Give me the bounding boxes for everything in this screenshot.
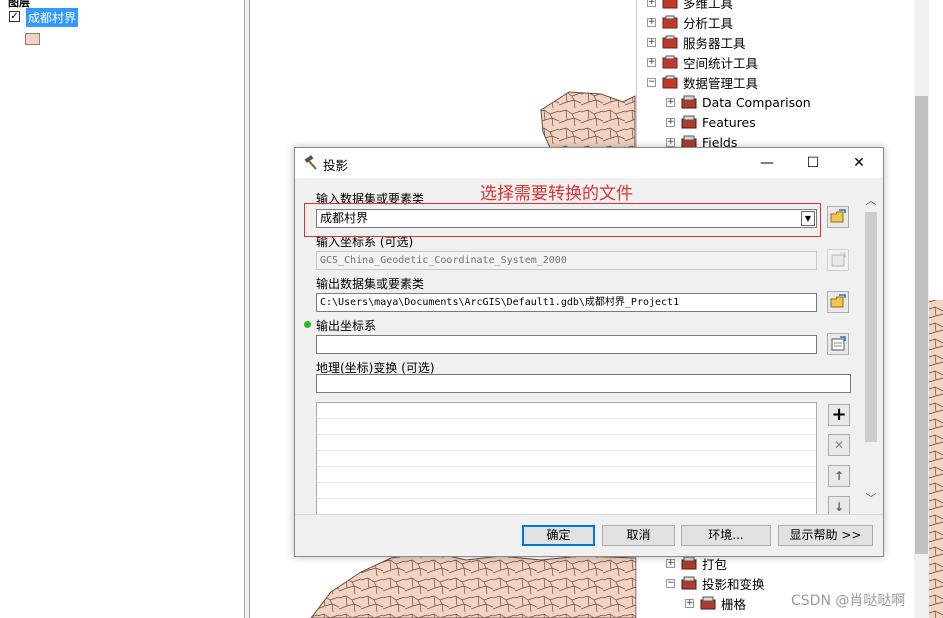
browse-output-button[interactable] [827, 291, 849, 313]
maximize-button[interactable]: ☐ [790, 148, 836, 178]
toolset-item[interactable]: + Features [647, 112, 811, 132]
toolbox-item-label: 空间统计工具 [683, 55, 759, 71]
expand-icon[interactable]: + [647, 57, 656, 67]
dialog-button-bar: 确定 取消 环境... 显示帮助 >> [295, 514, 883, 556]
toolbox-scrollbar-thumb[interactable] [915, 96, 928, 554]
toolbox-icon [662, 55, 678, 69]
toolset-icon [681, 115, 697, 129]
output-coord-field[interactable] [316, 335, 817, 354]
transform-list[interactable] [316, 402, 817, 514]
expand-icon[interactable]: + [666, 117, 675, 127]
map-edge-polygons [929, 300, 943, 618]
toolset-icon [700, 596, 716, 610]
toolbox-item-label: 服务器工具 [683, 35, 746, 51]
toolset-item-label: Data Comparison [702, 94, 811, 110]
input-coord-field: GCS_China_Geodetic_Coordinate_System_200… [316, 251, 817, 270]
layer-name[interactable]: 成都村界 [26, 8, 79, 27]
toolset-item[interactable]: + Data Comparison [647, 92, 811, 112]
toolset-icon [681, 556, 697, 570]
add-button[interactable]: + [828, 404, 850, 426]
toolbox-item[interactable]: + 空间统计工具 [647, 52, 811, 72]
toolbox-item[interactable]: + 多维工具 [647, 0, 811, 12]
table-of-contents-panel: 图层 ✓ 成都村界 [0, 0, 244, 618]
annotation-box [304, 203, 821, 237]
remove-button[interactable]: ✕ [828, 434, 850, 456]
cancel-button[interactable]: 取消 [602, 525, 675, 546]
toolbox-bottom-list: + 打包 − 投影和变换 + 栅格 [666, 553, 765, 613]
dialog-scrollbar-thumb[interactable] [865, 212, 877, 442]
layer-symbol-swatch[interactable] [25, 33, 40, 45]
toolset-item-label: Features [702, 114, 756, 130]
open-folder-icon [830, 294, 846, 308]
map-edge-strip [929, 0, 943, 618]
layer-visibility-checkbox[interactable]: ✓ [9, 11, 20, 22]
toolbox-item-label: 分析工具 [683, 15, 734, 31]
watermark: CSDN @肖哒哒啊 [791, 593, 906, 609]
properties-icon [831, 252, 846, 267]
dialog-title: 投影 [323, 158, 349, 173]
dialog-content: 输入数据集或要素类 成都村界 ▼ 输入坐标系 (可选) GCS_China_Ge… [295, 178, 883, 514]
properties-icon [831, 336, 846, 351]
toolbox-item-label: 数据管理工具 [683, 75, 759, 91]
expand-icon[interactable]: + [685, 598, 694, 608]
minimize-button[interactable]: — [744, 148, 790, 178]
move-down-button[interactable]: ↓ [828, 496, 850, 514]
open-folder-icon [830, 209, 846, 223]
expand-icon[interactable]: + [666, 558, 675, 568]
collapse-icon[interactable]: − [666, 578, 675, 588]
toolbox-item[interactable]: − 数据管理工具 [647, 72, 811, 92]
geo-transform-field[interactable] [316, 374, 851, 393]
toolset-item-label: 栅格 [721, 596, 747, 612]
required-indicator-icon [304, 321, 311, 328]
toolset-item[interactable]: + 栅格 [666, 593, 765, 613]
toolset-icon [681, 576, 697, 590]
toolbox-icon [662, 35, 678, 49]
toolset-icon [681, 95, 697, 109]
collapse-icon[interactable]: − [647, 77, 656, 87]
output-coord-properties-button[interactable] [827, 333, 849, 355]
expand-icon[interactable]: + [666, 137, 675, 147]
move-up-button[interactable]: ↑ [828, 465, 850, 487]
project-dialog: 投影 — ☐ ✕ 输入数据集或要素类 成都村界 ▼ 输入坐标系 (可选) GCS… [294, 147, 884, 557]
expand-icon[interactable]: + [647, 0, 656, 7]
environments-button[interactable]: 环境... [681, 525, 771, 546]
output-dataset-label: 输出数据集或要素类 [316, 277, 425, 291]
input-coord-properties-button [827, 249, 849, 271]
toolset-item-label: 投影和变换 [702, 576, 765, 592]
toolbox-icon [662, 0, 678, 9]
toolset-item[interactable]: − 投影和变换 [666, 573, 765, 593]
output-coord-label: 输出坐标系 [316, 319, 377, 333]
toolbox-item-label: 多维工具 [683, 0, 734, 11]
toolbox-icon [662, 15, 678, 29]
browse-input-button[interactable] [827, 206, 849, 228]
show-help-button[interactable]: 显示帮助 >> [778, 525, 873, 546]
scroll-down-icon[interactable]: ﹀ [863, 490, 879, 505]
ok-button[interactable]: 确定 [522, 525, 595, 546]
panel-splitter[interactable] [244, 0, 250, 618]
close-button[interactable]: ✕ [836, 148, 882, 178]
annotation-text: 选择需要转换的文件 [480, 184, 633, 204]
output-dataset-field[interactable]: C:\Users\maya\Documents\ArcGIS\Default1.… [316, 293, 817, 312]
expand-icon[interactable]: + [647, 17, 656, 27]
dialog-titlebar[interactable]: 投影 — ☐ ✕ [295, 148, 883, 178]
toolbox-top-list: + 多维工具 + 分析工具 + 服务器工具 + 空间统计工具 − 数据管理工具 … [647, 0, 811, 152]
expand-icon[interactable]: + [647, 37, 656, 47]
scroll-up-icon[interactable]: ︿ [863, 192, 879, 207]
dialog-scrollbar[interactable]: ︿ ﹀ [863, 190, 879, 510]
toolbox-item[interactable]: + 服务器工具 [647, 32, 811, 52]
hammer-icon [304, 155, 317, 170]
toolbox-item[interactable]: + 分析工具 [647, 12, 811, 32]
toolbox-icon [662, 75, 678, 89]
expand-icon[interactable]: + [666, 97, 675, 107]
